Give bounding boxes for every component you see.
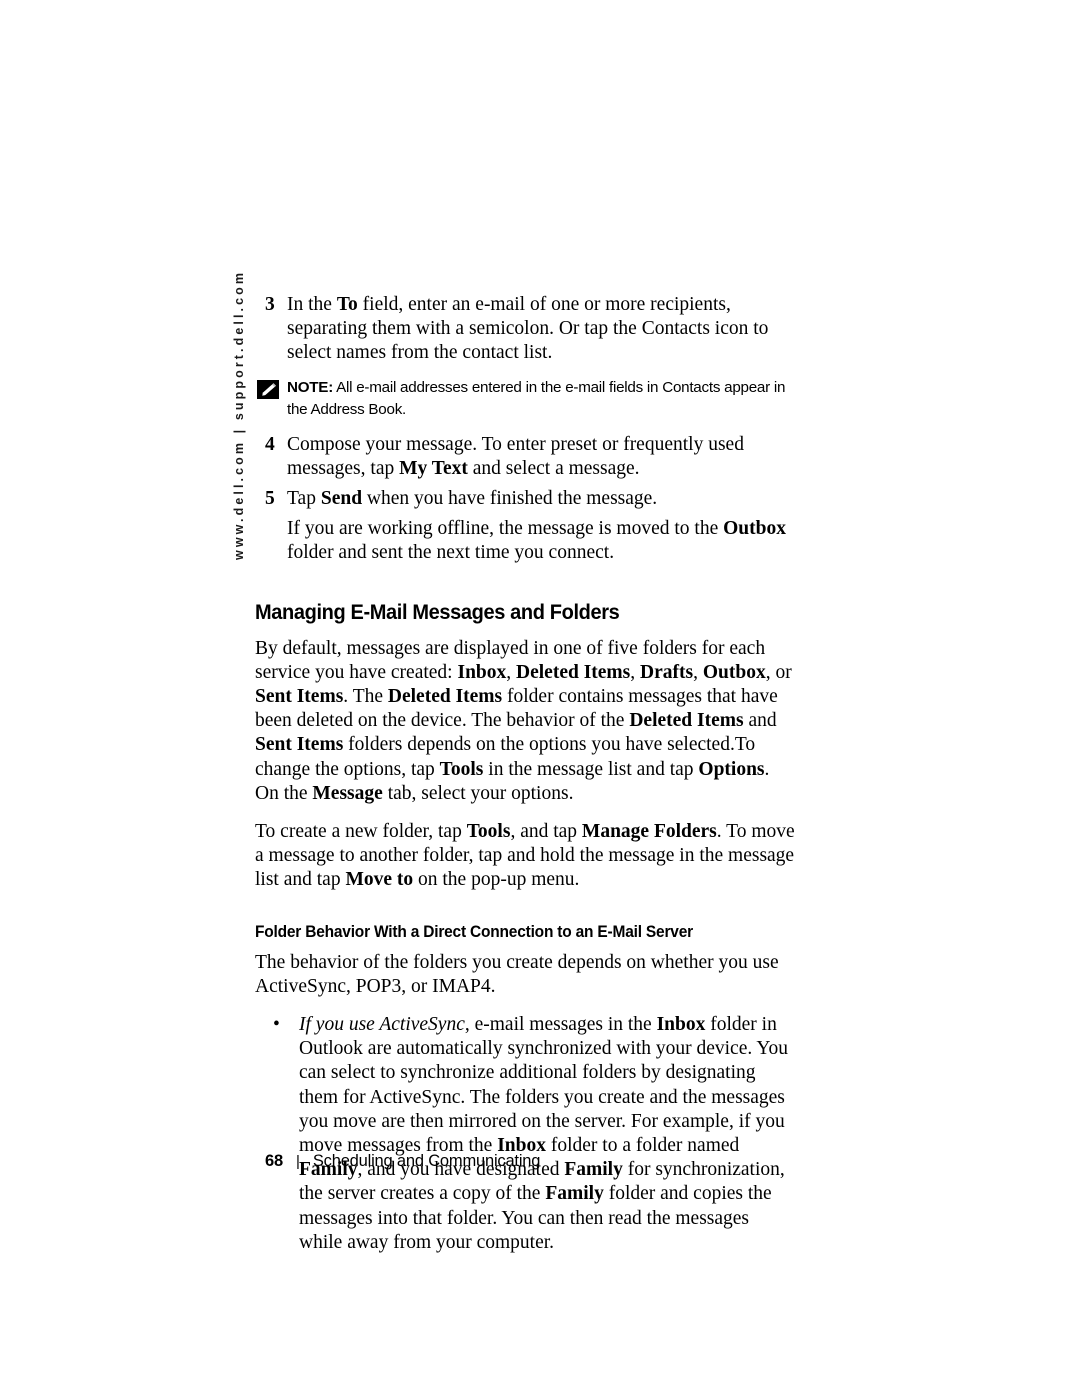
step-item: 3 In the To field, enter an e-mail of on… [255,293,795,366]
step-number: 5 [265,488,275,510]
sub-heading: Folder Behavior With a Direct Connection… [255,922,693,941]
list-item: • If you use ActiveSync, e-mail messages… [273,1013,795,1255]
note-callout: NOTE: All e-mail addresses entered in th… [257,377,795,421]
page-footer: 68 | Scheduling and Communicating [265,1152,540,1171]
section-heading: Managing E-Mail Messages and Folders [255,599,620,624]
page-content: 3 In the To field, enter an e-mail of on… [255,293,795,1255]
note-body: All e-mail addresses entered in the e-ma… [287,378,786,418]
note-text: NOTE: All e-mail addresses entered in th… [287,377,795,421]
step-item: 5 Tap Send when you have finished the me… [255,487,795,511]
step-text: In the To field, enter an e-mail of one … [287,294,769,364]
step-number: 3 [265,294,275,315]
sub-paragraph: The behavior of the folders you create d… [255,951,779,997]
step-item: 4 Compose your message. To enter preset … [255,433,795,481]
step-continuation-text: If you are working offline, the message … [287,518,786,564]
pencil-note-icon [257,379,279,399]
body-paragraph: By default, messages are displayed in on… [255,637,792,804]
footer-title: Scheduling and Communicating [312,1152,541,1170]
step-text: Tap Send when you have finished the mess… [287,488,658,510]
bullet-marker: • [273,1014,280,1036]
step-number: 4 [265,433,275,455]
body-paragraph: To create a new folder, tap Tools, and t… [255,821,795,891]
side-rule: www.dell.com | support.dell.com [212,270,246,560]
step-text: Compose your message. To enter preset or… [287,433,744,479]
note-label: NOTE: [287,378,333,396]
footer-page-number: 68 [265,1152,283,1170]
document-page: www.dell.com | support.dell.com 3 In the… [0,0,1080,1397]
footer-separator: | [295,1153,300,1170]
bullet-text: If you use ActiveSync, e-mail messages i… [299,1014,789,1253]
side-rule-text: www.dell.com | support.dell.com [232,269,246,560]
